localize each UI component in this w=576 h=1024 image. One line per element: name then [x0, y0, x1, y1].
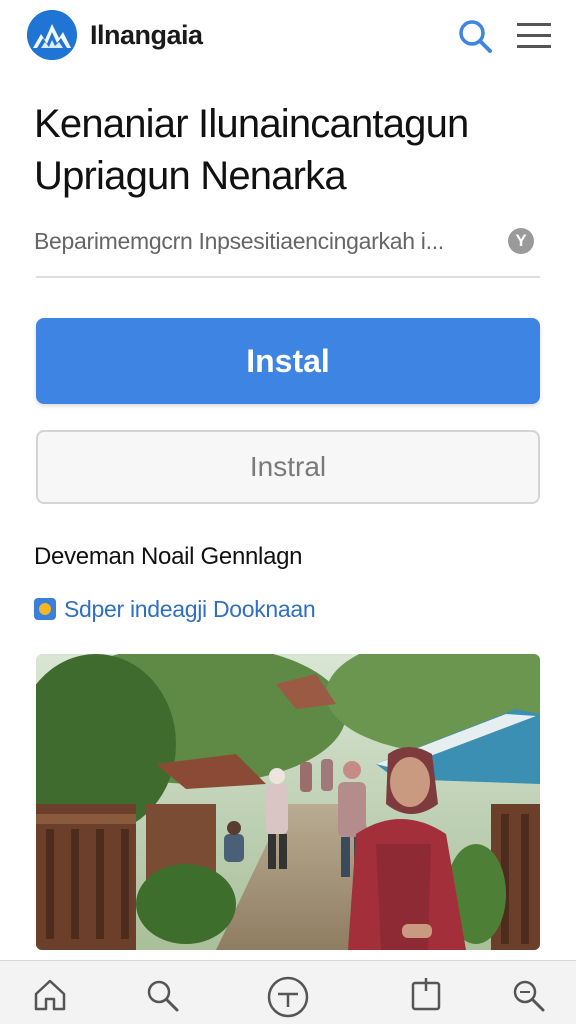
- add-circle-icon[interactable]: [266, 975, 309, 1018]
- secondary-install-button[interactable]: Instral: [36, 430, 540, 504]
- page-title: Kenaniar Ilunaincantagun Upriagun Nenark…: [34, 98, 554, 202]
- search-icon[interactable]: [455, 16, 495, 56]
- install-button[interactable]: Instal: [36, 318, 540, 404]
- source-site-icon: [34, 598, 56, 620]
- source-link[interactable]: Sdper indeagji Dooknaan: [64, 596, 316, 623]
- home-icon[interactable]: [30, 975, 70, 1015]
- bottom-navigation: [0, 960, 576, 1024]
- village-photo[interactable]: [36, 654, 540, 950]
- search-icon[interactable]: [142, 975, 182, 1015]
- hamburger-menu-icon[interactable]: [514, 18, 554, 54]
- page-title-line-2: Upriagun Nenarka: [34, 154, 347, 198]
- brand-name[interactable]: Ilnangaia: [90, 20, 203, 51]
- section-title: Deveman Noail Gennlagn: [34, 543, 303, 570]
- page-title-line-1: Kenaniar Ilunaincantagun: [34, 102, 469, 146]
- brand-logo-icon[interactable]: [27, 10, 77, 60]
- bookmark-icon[interactable]: [406, 975, 446, 1015]
- zoom-search-icon[interactable]: [508, 975, 548, 1015]
- subtitle-row: Beparimemgcrn Inpsesitiaencingarkah i...…: [34, 224, 540, 262]
- app-header: Ilnangaia: [0, 0, 576, 72]
- divider: [36, 276, 540, 278]
- info-icon[interactable]: Y: [508, 228, 534, 254]
- subtitle-text: Beparimemgcrn Inpsesitiaencingarkah i...: [34, 228, 444, 254]
